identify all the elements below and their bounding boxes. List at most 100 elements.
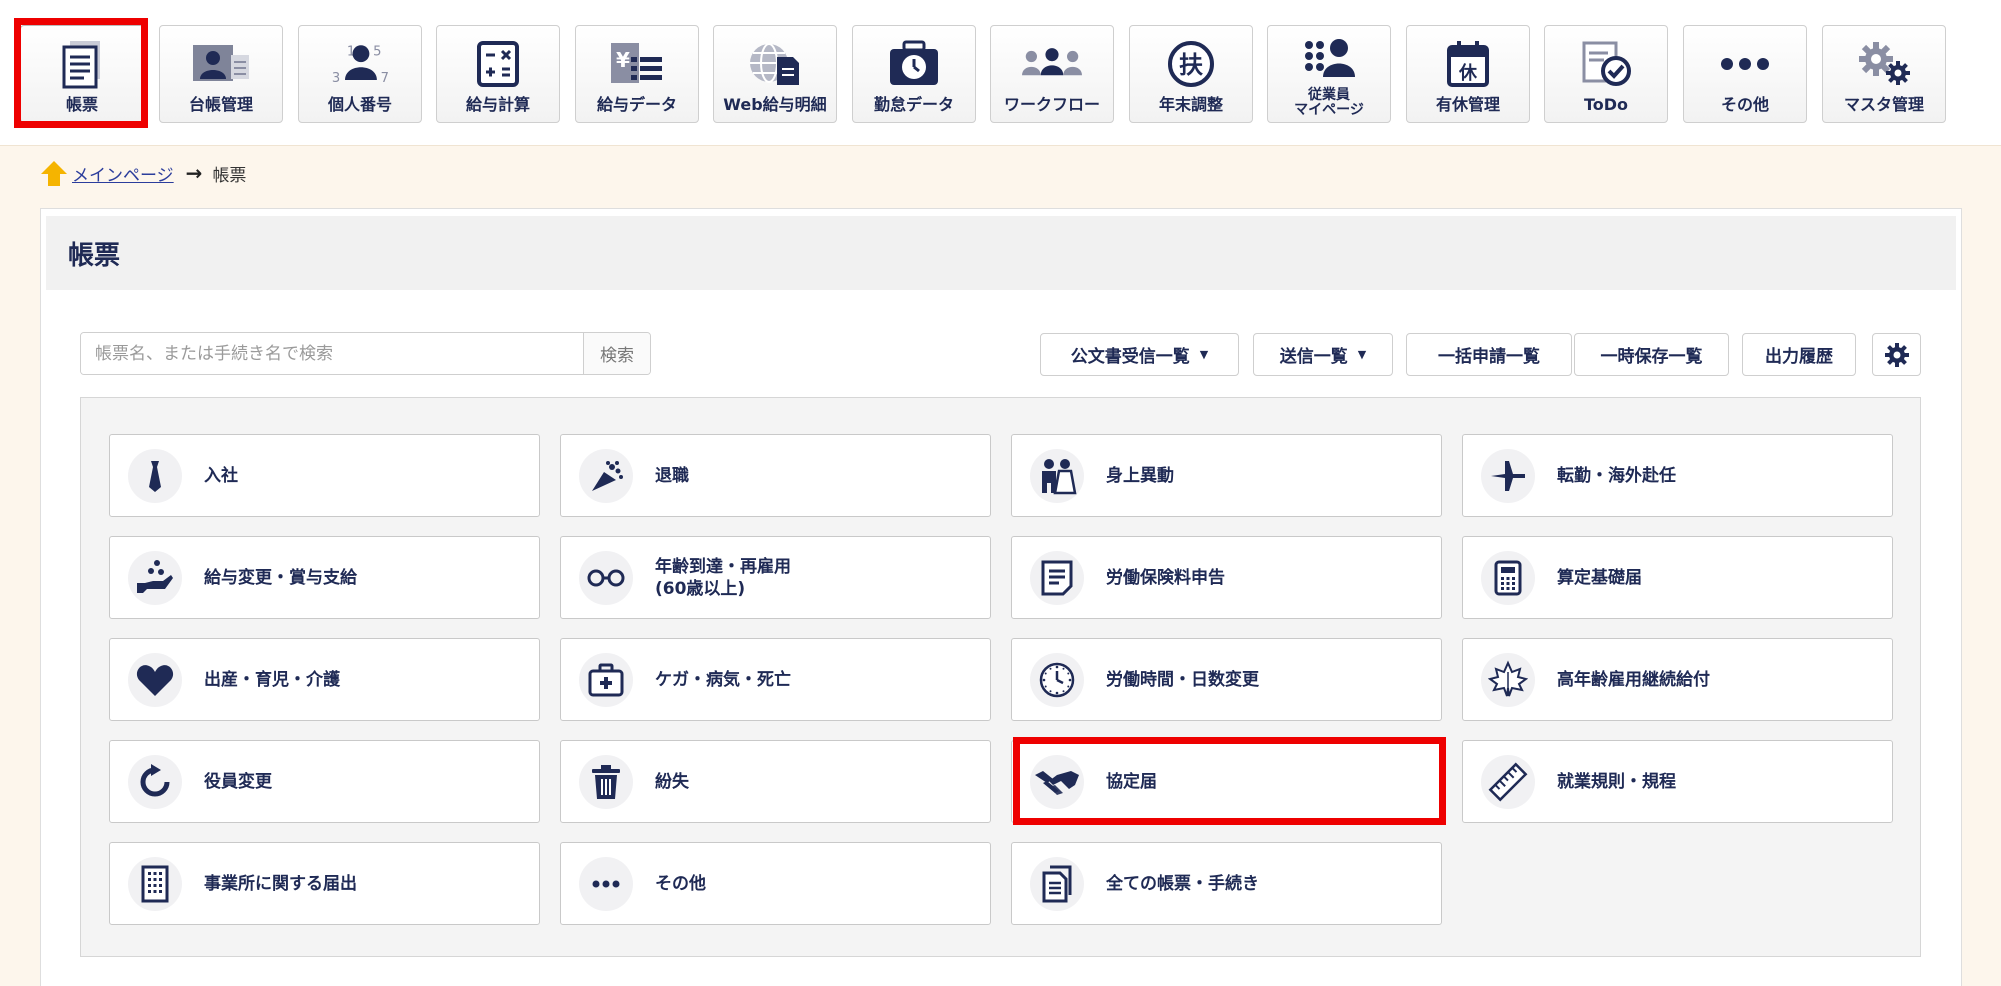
- fu-circle-icon: 扶: [1161, 38, 1221, 90]
- toolbar-todo-label: ToDo: [1583, 95, 1629, 114]
- tile-label: 事業所に関する届出: [204, 873, 357, 894]
- tile-label: 高年齢雇用継続給付: [1557, 669, 1710, 690]
- toolbar-master-button[interactable]: マスタ管理: [1822, 25, 1946, 123]
- toolbar-workflow-label: ワークフロー: [1003, 95, 1100, 114]
- tile-kega-byoki[interactable]: ケガ・病気・死亡: [560, 638, 991, 721]
- tile-konenrei-koyo[interactable]: 高年齢雇用継続給付: [1462, 638, 1893, 721]
- tile-shussan[interactable]: 出産・育児・介護: [109, 638, 540, 721]
- todo-check-icon: [1576, 38, 1636, 90]
- dots-icon: [1715, 38, 1775, 90]
- toolbar-mynumber-button[interactable]: 1 5 3 7 個人番号: [298, 25, 422, 123]
- toolbar-payroll-label: 給与計算: [465, 95, 530, 114]
- dots-icon: [579, 856, 633, 911]
- toolbar-payroll-button[interactable]: 給与計算: [436, 25, 560, 123]
- toolbar-webpay-button[interactable]: Web給与明細: [713, 25, 837, 123]
- tile-rodo-jikan[interactable]: 労働時間・日数変更: [1011, 638, 1442, 721]
- tile-label: 紛失: [655, 771, 689, 792]
- id-card-icon: [191, 38, 251, 90]
- saved-list-button[interactable]: 一時保存一覧: [1574, 333, 1729, 376]
- yen-list-icon: ¥: [607, 38, 667, 90]
- tile-label-line2: (60歳以上): [655, 578, 746, 599]
- documents-icon: [1030, 856, 1084, 911]
- bulk-list-button[interactable]: 一括申請一覧: [1406, 333, 1572, 376]
- toolbar-workflow-button[interactable]: ワークフロー: [990, 25, 1114, 123]
- people-flow-icon: [1022, 38, 1082, 90]
- svg-text:5: 5: [373, 45, 381, 60]
- tile-funshitsu[interactable]: 紛失: [560, 740, 991, 823]
- refresh-icon: [128, 754, 182, 809]
- tile-shinjo-ido[interactable]: 身上異動: [1011, 434, 1442, 517]
- toolbar-mypage-label: 従業員 マイページ: [1294, 88, 1364, 118]
- settings-button[interactable]: [1872, 333, 1921, 376]
- tile-kyuyo-henko[interactable]: 給与変更・賞与支給: [109, 536, 540, 619]
- svg-text:扶: 扶: [1179, 51, 1203, 79]
- tile-label: 身上異動: [1106, 465, 1174, 486]
- toolbar-webpay-label: Web給与明細: [723, 95, 827, 114]
- tile-label: 出産・育児・介護: [204, 669, 340, 690]
- toolbar-attendance-button[interactable]: 勤怠データ: [852, 25, 976, 123]
- toolbar-mynumber-label: 個人番号: [327, 95, 392, 114]
- home-icon: [40, 159, 68, 187]
- ruler-icon: [1481, 754, 1535, 809]
- search-input[interactable]: [81, 333, 583, 374]
- toolbar-ledger-label: 台帳管理: [188, 95, 253, 114]
- globe-document-icon: [745, 38, 805, 90]
- gear-icon: [1884, 342, 1910, 368]
- tile-sonota[interactable]: その他: [560, 842, 991, 925]
- employee-icon: [1299, 34, 1359, 86]
- page-title: 帳票: [46, 216, 1956, 290]
- tile-jigyosho[interactable]: 事業所に関する届出: [109, 842, 540, 925]
- breadcrumb-home-link[interactable]: メインページ: [72, 161, 174, 186]
- toolbar-mypage-button[interactable]: 従業員 マイページ: [1267, 25, 1391, 123]
- public-docs-dropdown[interactable]: 公文書受信一覧 ▼: [1040, 333, 1239, 376]
- toolbar-paydata-label: 給与データ: [596, 95, 677, 114]
- tile-label: 労働保険料申告: [1106, 567, 1225, 588]
- svg-text:休: 休: [1458, 62, 1478, 84]
- tile-rodo-hokenryo[interactable]: 労働保険料申告: [1011, 536, 1442, 619]
- toolbar-yearend-button[interactable]: 扶 年末調整: [1129, 25, 1253, 123]
- toolbar-other-label: その他: [1720, 95, 1769, 114]
- trash-icon: [579, 754, 633, 809]
- toolbar-master-label: マスタ管理: [1843, 95, 1924, 114]
- tile-tenkin[interactable]: 転勤・海外赴任: [1462, 434, 1893, 517]
- tile-label-line1: 年齢到達・再雇用: [655, 556, 791, 577]
- toolbar-ledger-button[interactable]: 台帳管理: [159, 25, 283, 123]
- clock-bag-icon: [884, 38, 944, 90]
- tile-nenrei-totatsu[interactable]: 年齢到達・再雇用 (60歳以上): [560, 536, 991, 619]
- tile-all-forms[interactable]: 全ての帳票・手続き: [1011, 842, 1442, 925]
- breadcrumb: メインページ → 帳票: [40, 158, 246, 188]
- tile-shugyo-kisoku[interactable]: 就業規則・規程: [1462, 740, 1893, 823]
- toolbar-paidleave-label: 有休管理: [1435, 95, 1500, 114]
- toolbar-paydata-button[interactable]: ¥ 給与データ: [575, 25, 699, 123]
- toolbar-attendance-label: 勤怠データ: [873, 95, 954, 114]
- toolbar-todo-button[interactable]: ToDo: [1544, 25, 1668, 123]
- tile-label: 全ての帳票・手続き: [1106, 873, 1259, 894]
- toolbar-mypage-label-line1: 従業員: [1307, 87, 1350, 103]
- sent-list-dropdown[interactable]: 送信一覧 ▼: [1253, 333, 1393, 376]
- tile-label: 就業規則・規程: [1557, 771, 1676, 792]
- tile-yakuin-henko[interactable]: 役員変更: [109, 740, 540, 823]
- toolbar-mypage-label-line2: マイページ: [1294, 102, 1364, 118]
- toolbar-paidleave-button[interactable]: 休 有休管理: [1406, 25, 1530, 123]
- tile-label: 算定基礎届: [1557, 567, 1642, 588]
- tile-label: 労働時間・日数変更: [1106, 669, 1259, 690]
- arrow-right-icon: →: [185, 161, 203, 185]
- highlight-box-toolbar: [14, 18, 148, 128]
- tile-taishoku[interactable]: 退職: [560, 434, 991, 517]
- tile-label: ケガ・病気・死亡: [655, 669, 791, 690]
- caret-down-icon: ▼: [1357, 348, 1367, 361]
- output-history-button[interactable]: 出力履歴: [1742, 333, 1856, 376]
- clock-icon: [1030, 652, 1084, 707]
- wedding-couple-icon: [1030, 448, 1084, 503]
- toolbar-other-button[interactable]: その他: [1683, 25, 1807, 123]
- calendar-leave-icon: 休: [1438, 38, 1498, 90]
- caret-down-icon: ▼: [1199, 348, 1209, 361]
- hand-coins-icon: [128, 550, 182, 605]
- search-button[interactable]: 検索: [583, 333, 650, 374]
- maple-leaf-icon: [1481, 652, 1535, 707]
- tile-nyusha[interactable]: 入社: [109, 434, 540, 517]
- breadcrumb-current: 帳票: [212, 165, 247, 186]
- svg-text:¥: ¥: [616, 48, 630, 72]
- tile-santei-kiso[interactable]: 算定基礎届: [1462, 536, 1893, 619]
- top-toolbar: 帳票 台帳管理 1 5 3 7 個人番号 給与計算 ¥ 給与データ Web給与明…: [0, 0, 2001, 145]
